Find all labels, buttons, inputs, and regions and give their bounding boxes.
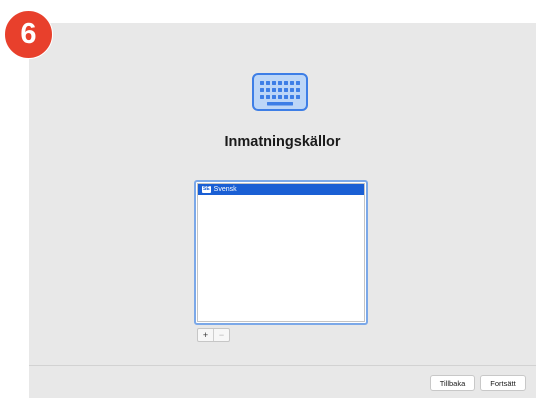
step-number-badge: 6	[4, 10, 53, 59]
flag-badge: SE	[202, 186, 211, 193]
add-button[interactable]: +	[198, 329, 213, 341]
input-sources-list[interactable]: SE Svensk	[194, 180, 368, 325]
footer-divider	[29, 365, 536, 366]
list-item-label: Svensk	[213, 186, 237, 193]
page-title: Inmatningskällor	[224, 134, 341, 150]
continue-button[interactable]: Fortsätt	[480, 375, 526, 391]
back-button[interactable]: Tillbaka	[430, 375, 475, 391]
add-remove-control: + −	[197, 328, 230, 342]
list-item[interactable]: SE Svensk	[198, 184, 364, 195]
keyboard-icon	[252, 73, 308, 111]
remove-button[interactable]: −	[214, 329, 229, 341]
